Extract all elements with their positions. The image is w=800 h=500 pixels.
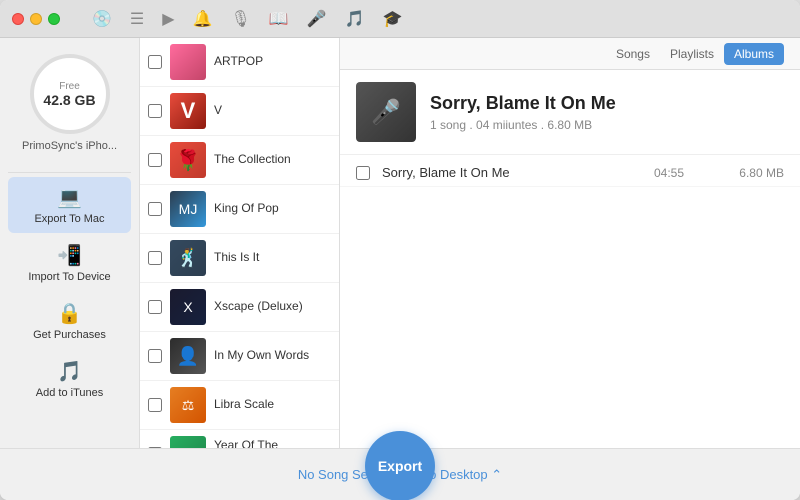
mic-icon[interactable]: 🎤 — [307, 9, 327, 29]
storage-free-label: Free — [59, 81, 80, 92]
sidebar-item-purchases[interactable]: 🔒 Get Purchases — [8, 293, 131, 349]
storage-circle: Free 42.8 GB — [30, 54, 110, 134]
minimize-button[interactable] — [30, 13, 42, 25]
album-checkbox-libra[interactable] — [148, 398, 162, 412]
song-row: Sorry, Blame It On Me 04:55 6.80 MB — [340, 159, 800, 187]
sidebar-itunes-label: Add to iTunes — [36, 387, 103, 399]
sidebar-export-label: Export To Mac — [34, 213, 104, 225]
album-title-this-is-it: This Is It — [214, 250, 259, 266]
detail-album-title: Sorry, Blame It On Me — [430, 93, 616, 114]
album-title-king: King Of Pop — [214, 201, 279, 217]
album-item-xscape[interactable]: X Xscape (Deluxe) — [140, 283, 339, 332]
songs-list: Sorry, Blame It On Me 04:55 6.80 MB — [340, 155, 800, 448]
import-device-icon: 📲 — [57, 243, 82, 268]
album-title-libra: Libra Scale — [214, 397, 274, 413]
album-item-collection[interactable]: 🌹 The Collection — [140, 136, 339, 185]
album-item-artpop[interactable]: ARTPOP — [140, 38, 339, 87]
album-art-king: MJ — [170, 191, 206, 227]
bottom-bar: No Song Selected Export To Desktop ⌃ — [0, 448, 800, 500]
sidebar-purchases-label: Get Purchases — [33, 329, 106, 341]
album-art-collection: 🌹 — [170, 142, 206, 178]
detail-info: Sorry, Blame It On Me 1 song . 04 miiunt… — [430, 93, 616, 132]
album-item-libra[interactable]: ⚖ Libra Scale — [140, 381, 339, 430]
bell-icon[interactable]: 🔔 — [193, 9, 213, 29]
album-title-year: Year Of The Gentleman — [214, 438, 331, 448]
storage-size: 42.8 GB — [43, 92, 95, 108]
album-item-my-words[interactable]: 👤 In My Own Words — [140, 332, 339, 381]
album-art-v: V — [170, 93, 206, 129]
album-checkbox-this-is-it[interactable] — [148, 251, 162, 265]
add-itunes-icon: 🎵 — [57, 359, 82, 384]
tab-songs[interactable]: Songs — [606, 43, 660, 65]
album-checkbox-king[interactable] — [148, 202, 162, 216]
song-title-1: Sorry, Blame It On Me — [382, 165, 644, 180]
toolbar: 💿 ☰ ▶ 🔔 🎙 📖 🎤 🎵 🎓 — [92, 9, 403, 29]
sidebar-item-export[interactable]: 💻 Export To Mac — [8, 177, 131, 233]
album-item-v[interactable]: V V — [140, 87, 339, 136]
sidebar: Free 42.8 GB PrimoSync's iPho... 💻 Expor… — [0, 38, 140, 448]
song-checkbox-1[interactable] — [356, 166, 370, 180]
album-art-xscape: X — [170, 289, 206, 325]
sidebar-import-label: Import To Device — [28, 271, 110, 283]
album-item-this-is-it[interactable]: 🕺 This Is It — [140, 234, 339, 283]
album-art-this-is-it: 🕺 — [170, 240, 206, 276]
main-window: 💿 ☰ ▶ 🔔 🎙 📖 🎤 🎵 🎓 Free 42.8 GB PrimoSync… — [0, 0, 800, 500]
get-purchases-icon: 🔒 — [57, 301, 82, 326]
album-art-libra: ⚖ — [170, 387, 206, 423]
export-button[interactable]: Export — [365, 431, 435, 500]
export-mac-icon: 💻 — [57, 185, 82, 210]
grad-icon[interactable]: 🎓 — [383, 9, 403, 29]
album-art-year: NE — [170, 436, 206, 448]
album-checkbox-artpop[interactable] — [148, 55, 162, 69]
album-item-year[interactable]: NE Year Of The Gentleman — [140, 430, 339, 448]
detail-meta: 1 song . 04 miiuntes . 6.80 MB — [430, 118, 616, 132]
book-icon[interactable]: 📖 — [269, 9, 289, 29]
maximize-button[interactable] — [48, 13, 60, 25]
album-art-my-words: 👤 — [170, 338, 206, 374]
note-icon[interactable]: 🎵 — [345, 9, 365, 29]
podcast-icon[interactable]: 🎙 — [231, 9, 251, 29]
album-checkbox-v[interactable] — [148, 104, 162, 118]
detail-album-art: 🎤 — [356, 82, 416, 142]
sidebar-divider — [8, 172, 131, 173]
detail-tabs-bar: Songs Playlists Albums — [340, 38, 800, 70]
album-title-artpop: ARTPOP — [214, 54, 263, 70]
sidebar-item-import[interactable]: 📲 Import To Device — [8, 235, 131, 291]
destination-arrow-icon: ⌃ — [491, 467, 502, 482]
song-duration-1: 04:55 — [644, 166, 684, 180]
list-icon[interactable]: ☰ — [130, 9, 144, 29]
main-content: Free 42.8 GB PrimoSync's iPho... 💻 Expor… — [0, 38, 800, 448]
album-title-v: V — [214, 103, 222, 119]
close-button[interactable] — [12, 13, 24, 25]
album-title-collection: The Collection — [214, 152, 291, 168]
album-item-king[interactable]: MJ King Of Pop — [140, 185, 339, 234]
album-title-my-words: In My Own Words — [214, 348, 309, 364]
itunes-icon[interactable]: 💿 — [92, 9, 112, 29]
album-list: ARTPOP V V 🌹 The Collection MJ — [140, 38, 340, 448]
sidebar-item-itunes[interactable]: 🎵 Add to iTunes — [8, 351, 131, 407]
tab-playlists[interactable]: Playlists — [660, 43, 724, 65]
detail-header: 🎤 Sorry, Blame It On Me 1 song . 04 miiu… — [340, 70, 800, 155]
album-checkbox-xscape[interactable] — [148, 300, 162, 314]
titlebar: 💿 ☰ ▶ 🔔 🎙 📖 🎤 🎵 🎓 — [0, 0, 800, 38]
detail-panel: Songs Playlists Albums 🎤 Sorry, Blame It… — [340, 38, 800, 448]
tab-albums[interactable]: Albums — [724, 43, 784, 65]
album-checkbox-my-words[interactable] — [148, 349, 162, 363]
album-art-artpop — [170, 44, 206, 80]
device-name: PrimoSync's iPho... — [22, 140, 117, 152]
album-checkbox-collection[interactable] — [148, 153, 162, 167]
song-size-1: 6.80 MB — [724, 166, 784, 180]
video-icon[interactable]: ▶ — [162, 9, 174, 29]
traffic-lights — [12, 13, 60, 25]
album-title-xscape: Xscape (Deluxe) — [214, 299, 303, 315]
